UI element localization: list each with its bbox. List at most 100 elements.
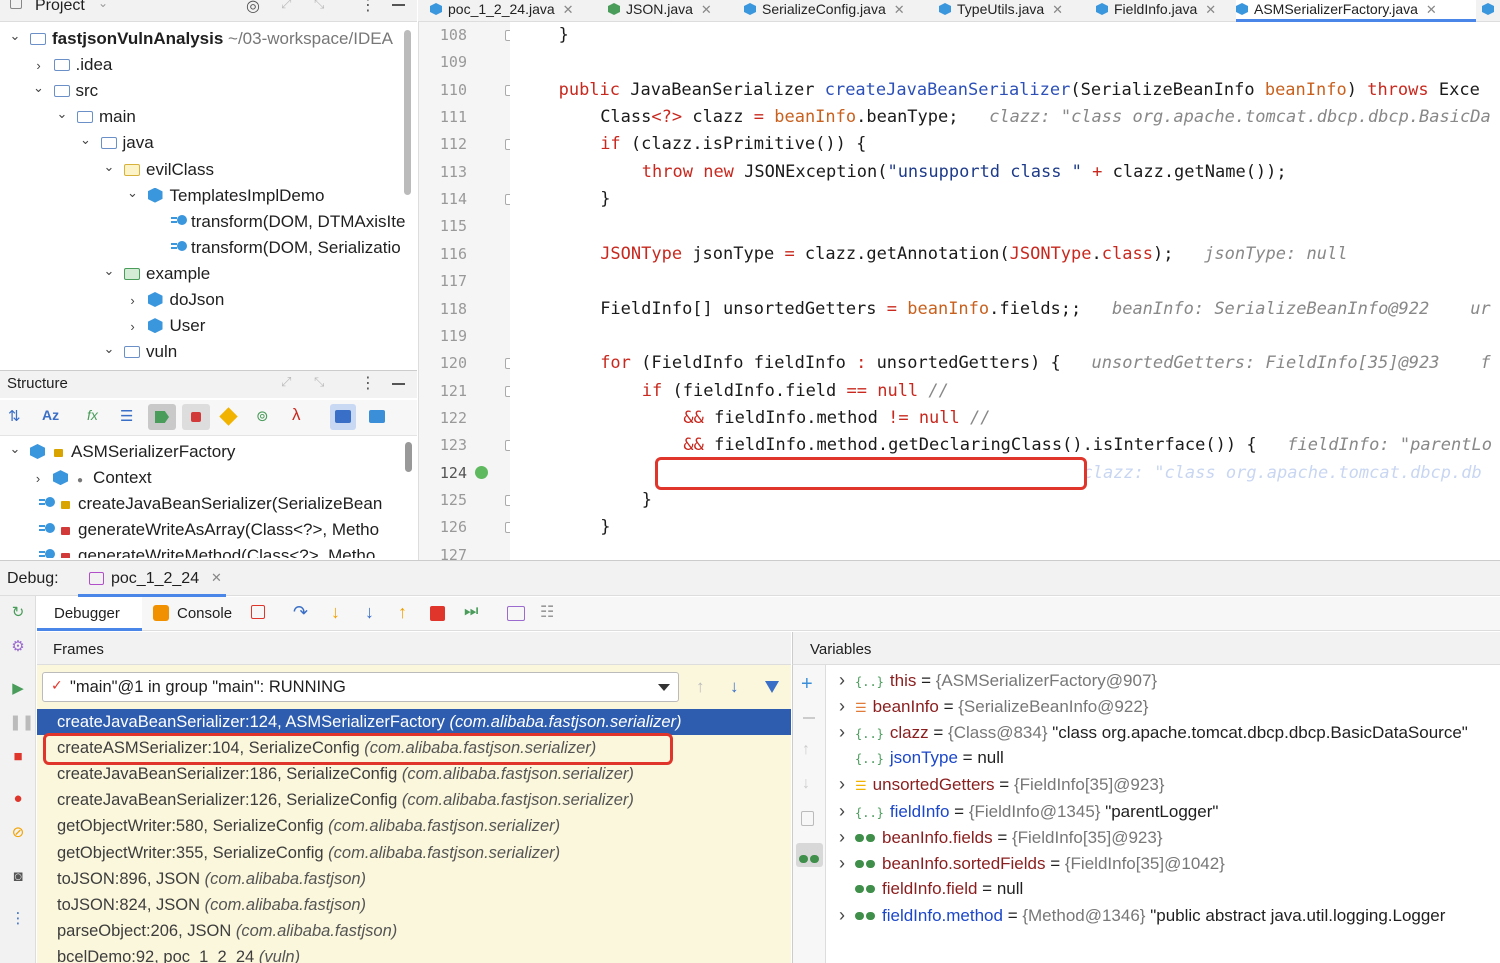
chevron-icon[interactable]: ⌄	[32, 75, 46, 101]
console-tab[interactable]: Console	[177, 605, 232, 622]
frame-item[interactable]: createJavaBeanSerializer:126, SerializeC…	[37, 787, 791, 813]
chevron-icon[interactable]: ›	[126, 314, 140, 340]
target-icon[interactable]: ◎	[246, 0, 260, 16]
minimize-icon[interactable]	[392, 383, 405, 385]
editor-tab[interactable]: SerializeConfig.java ✕	[744, 0, 927, 22]
tree-item[interactable]: ⌄ example	[102, 258, 211, 287]
variable-item[interactable]: › ☰ beanInfo = {SerializeBeanInfo@922}	[835, 693, 1148, 719]
step-out-icon[interactable]: ↑	[398, 602, 407, 623]
chevron-icon[interactable]: ⌄	[102, 336, 116, 362]
tree-item[interactable]: ⌄ vuln	[102, 336, 178, 362]
close-icon[interactable]: ✕	[894, 2, 905, 17]
stop-icon[interactable]: ■	[9, 748, 27, 766]
show-fields-icon[interactable]: ☰	[120, 407, 133, 425]
chevron-icon[interactable]: ⌄	[55, 101, 69, 127]
structure-item[interactable]: generateWriteMethod(Class<?>, Metho	[31, 543, 375, 558]
chevron-icon[interactable]: ›	[835, 693, 849, 719]
editor-tab[interactable]: JSON.java ✕	[608, 0, 732, 22]
structure-item[interactable]: ⌄ ASMSerializerFactory	[8, 438, 236, 465]
chevron-down-icon[interactable]: ⌄	[98, 0, 108, 10]
show-properties-icon[interactable]: fx	[87, 407, 98, 423]
tree-item[interactable]: ⌄ java	[79, 130, 154, 156]
tree-item[interactable]: › doJson	[126, 287, 224, 314]
minimize-icon[interactable]	[392, 4, 405, 6]
project-panel-title[interactable]: Project	[35, 0, 85, 15]
breakpoint-check-icon[interactable]	[475, 466, 488, 479]
run-to-cursor-icon[interactable]: ⏭	[464, 603, 478, 621]
resume-icon[interactable]: ▶	[9, 680, 27, 698]
drop-frame-icon[interactable]	[430, 606, 445, 621]
tree-item[interactable]: › .idea	[32, 52, 112, 78]
collapse-all-icon[interactable]: ⤡	[314, 374, 324, 390]
sort-visibility-icon[interactable]: ⇅	[8, 407, 21, 425]
chevron-icon[interactable]: ⌄	[126, 180, 140, 206]
frame-item[interactable]: createJavaBeanSerializer:186, SerializeC…	[37, 761, 791, 787]
camera-icon[interactable]: ◙	[9, 868, 27, 886]
chevron-icon[interactable]: ›	[835, 798, 849, 824]
step-over-icon[interactable]: ↷	[293, 602, 308, 623]
view-breakpoints-icon[interactable]: ●	[9, 790, 27, 808]
variable-item[interactable]: › {..} fieldInfo = {FieldInfo@1345} "paren…	[835, 798, 1218, 824]
add-watch-icon[interactable]: +	[801, 673, 813, 696]
collapse-all-icon[interactable]: ⤡	[314, 0, 324, 12]
chevron-icon[interactable]: ›	[126, 288, 140, 314]
move-up-icon[interactable]: ↑	[802, 741, 810, 759]
chevron-icon[interactable]: ›	[835, 719, 849, 745]
filter-icon[interactable]	[765, 681, 779, 693]
lambda-icon[interactable]: λ	[292, 405, 301, 425]
chevron-icon[interactable]: ⌄	[8, 438, 22, 462]
chevron-icon[interactable]: ›	[835, 824, 849, 850]
tree-item[interactable]: › User	[126, 313, 205, 340]
mute-breakpoints-icon[interactable]: ⊘	[9, 824, 27, 842]
trace-icon[interactable]: ☷	[540, 602, 554, 622]
editor-tab[interactable]: FieldInfo.java ✕	[1096, 0, 1224, 22]
frame-item[interactable]: bcelDemo:92, poc_1_2_24 (vuln)	[37, 944, 791, 963]
structure-item[interactable]: generateWriteAsArray(Class<?>, Metho	[31, 517, 379, 543]
chevron-icon[interactable]: ›	[31, 466, 45, 492]
variable-item[interactable]: › ☰ unsortedGetters = {FieldInfo[35]@923}	[835, 771, 1164, 797]
remove-watch-icon[interactable]	[803, 717, 815, 719]
variable-item[interactable]: › {..} clazz = {Class@834} "class org.apac…	[835, 719, 1468, 745]
editor-tab[interactable]: poc_1_2_24.java ✕	[430, 0, 598, 22]
frame-item[interactable]: parseObject:206, JSON (com.alibaba.fastj…	[37, 918, 791, 944]
show-anonymous-icon[interactable]: ⊚	[256, 407, 269, 425]
tree-item[interactable]: transform(DOM, DTMAxisIte	[149, 209, 405, 235]
close-icon[interactable]: ✕	[563, 2, 574, 17]
move-down-icon[interactable]: ↓	[802, 775, 810, 793]
chevron-icon[interactable]: ›	[835, 667, 849, 693]
tree-item[interactable]: ⌄ TemplatesImplDemo	[126, 180, 324, 209]
tree-item[interactable]: ⌄ main	[55, 104, 136, 130]
thread-select[interactable]: ✓ "main"@1 in group "main": RUNNING	[42, 672, 679, 702]
debugger-tab[interactable]: Debugger	[37, 597, 142, 631]
previous-frame-icon[interactable]: ↑	[696, 677, 705, 697]
debug-session-tab[interactable]: poc_1_2_24 ✕	[78, 561, 226, 597]
chevron-icon[interactable]: ⌄	[102, 154, 116, 180]
editor-tab[interactable]: ASMSerializerFactory.java ✕	[1236, 0, 1476, 22]
structure-item[interactable]: createJavaBeanSerializer(SerializeBean	[31, 491, 382, 517]
sort-alpha-icon[interactable]: Az	[42, 407, 59, 423]
java-file-icon[interactable]	[1482, 3, 1494, 15]
chevron-icon[interactable]: ⌄	[79, 127, 93, 153]
frame-item[interactable]: getObjectWriter:580, SerializeConfig (co…	[37, 813, 791, 839]
settings-gear-icon[interactable]: ⚙	[9, 638, 27, 656]
frame-item[interactable]: toJSON:896, JSON (com.alibaba.fastjson)	[37, 866, 791, 892]
rerun-icon[interactable]: ↻	[9, 604, 27, 622]
next-frame-icon[interactable]: ↓	[730, 677, 739, 697]
options-menu-icon[interactable]: ⋮	[360, 0, 376, 15]
variable-item[interactable]: fieldInfo.field = null	[835, 876, 1023, 902]
chevron-icon[interactable]: ⌄	[102, 258, 116, 284]
chevron-icon[interactable]: ›	[835, 771, 849, 797]
chevron-icon[interactable]: ›	[835, 850, 849, 876]
variable-item[interactable]: {..} jsonType = null	[835, 745, 1004, 771]
frame-item[interactable]: createJavaBeanSerializer:124, ASMSeriali…	[37, 709, 791, 735]
close-icon[interactable]: ✕	[211, 570, 222, 586]
more-icon[interactable]: ⋮	[9, 910, 27, 928]
editor-tab[interactable]: TypeUtils.java ✕	[939, 0, 1084, 22]
layout-icon[interactable]	[251, 605, 265, 619]
pause-icon[interactable]: ❚❚	[9, 714, 34, 732]
project-scrollbar[interactable]	[404, 30, 411, 195]
variable-item[interactable]: › fieldInfo.method = {Method@1346} "publi…	[835, 902, 1445, 928]
copy-icon[interactable]	[801, 811, 814, 826]
force-step-into-icon[interactable]: ↓	[365, 602, 374, 623]
expand-all-icon[interactable]: ⤢	[281, 374, 291, 390]
